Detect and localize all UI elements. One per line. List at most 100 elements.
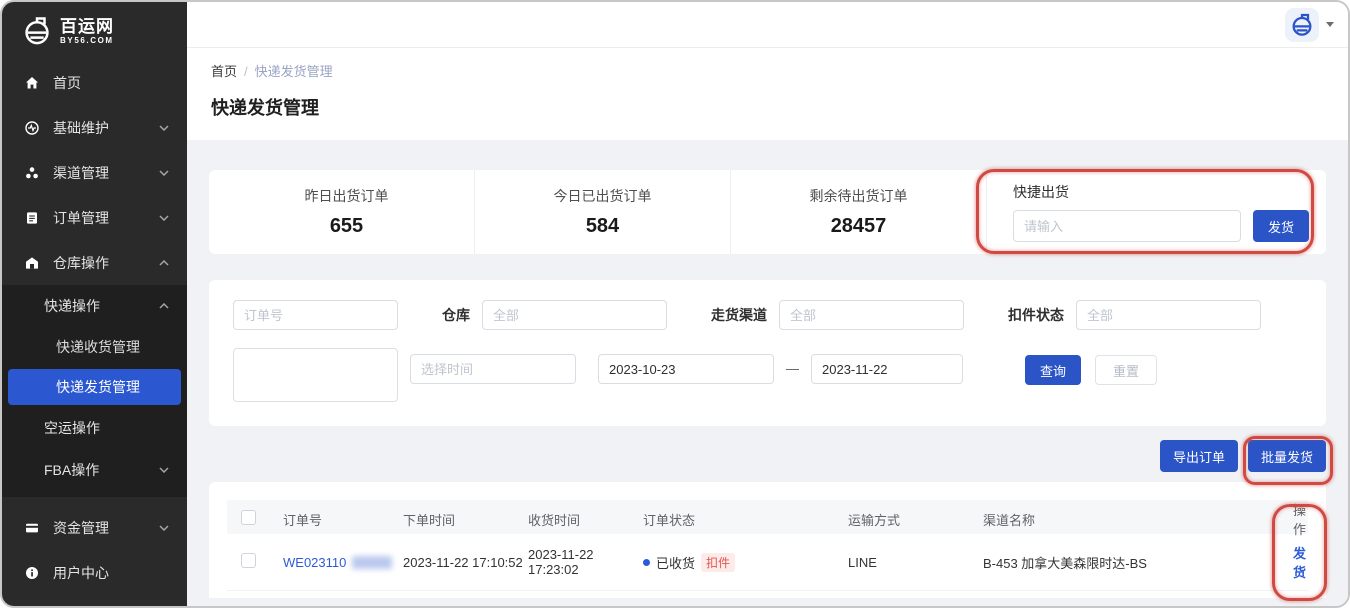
quick-ship-button[interactable]: 发货 <box>1253 210 1309 242</box>
date-range-separator: — <box>786 361 799 376</box>
warehouse-select[interactable] <box>482 300 667 330</box>
chevron-down-icon <box>159 125 169 131</box>
row-checkbox[interactable] <box>241 553 256 568</box>
filter-panel: 仓库 走货渠道 扣件状态 — 查询 重置 <box>209 280 1326 426</box>
stat-today-shipped: 今日已出货订单 584 <box>474 170 730 254</box>
breadcrumb-home[interactable]: 首页 <box>211 64 237 79</box>
order-icon <box>24 210 40 226</box>
intercept-status-select[interactable] <box>1076 300 1261 330</box>
sidebar-item-label: 快递操作 <box>44 296 100 316</box>
status-dot-icon <box>643 559 650 566</box>
info-icon <box>24 565 40 581</box>
table-toolbar: 导出订单 批量发货 <box>209 440 1326 472</box>
brand-logo: 百运网 BY56.COM <box>2 2 187 60</box>
page-title: 快递发货管理 <box>211 94 1324 120</box>
maintenance-icon <box>24 120 40 136</box>
filter-row-2: — 查询 重置 <box>233 348 1302 402</box>
sidebar-item-label: 用户中心 <box>53 563 109 583</box>
order-no-link[interactable]: WE023110 <box>283 555 403 570</box>
brand-logo-icon <box>22 16 52 46</box>
sidebar-item-home[interactable]: 首页 <box>2 60 187 105</box>
status-cell: 已收货 扣件 <box>643 553 848 572</box>
chevron-down-icon <box>159 170 169 176</box>
brand-domain: BY56.COM <box>60 36 114 45</box>
sidebar-item-express-ops[interactable]: 快递操作 <box>2 285 187 327</box>
app-window: 百运网 BY56.COM 首页 基础维护 <box>0 0 1350 608</box>
stat-label: 剩余待出货订单 <box>810 186 908 206</box>
chevron-down-icon <box>159 215 169 221</box>
stat-label: 昨日出货订单 <box>305 186 389 206</box>
reset-button[interactable]: 重置 <box>1095 355 1157 385</box>
chevron-down-icon <box>159 467 169 473</box>
topbar <box>187 2 1348 48</box>
sidebar-item-channel[interactable]: 渠道管理 <box>2 150 187 195</box>
sidebar-item-express-ship-active[interactable]: 快递发货管理 <box>8 369 181 405</box>
chevron-up-icon <box>159 260 169 266</box>
time-type-select[interactable] <box>410 354 576 384</box>
search-button[interactable]: 查询 <box>1025 355 1081 385</box>
sidebar-item-label: 首页 <box>53 73 81 93</box>
date-to-input[interactable] <box>811 354 963 384</box>
breadcrumb-current: 快递发货管理 <box>255 64 333 79</box>
sidebar-item-maintenance[interactable]: 基础维护 <box>2 105 187 150</box>
channel-select[interactable] <box>779 300 964 330</box>
quick-ship-panel: 快捷出货 发货 <box>986 170 1316 254</box>
stats-card: 昨日出货订单 655 今日已出货订单 584 剩余待出货订单 28457 快捷出… <box>209 170 1326 254</box>
col-order-status: 订单状态 <box>643 510 848 529</box>
sidebar-item-label: 渠道管理 <box>53 163 109 183</box>
stat-value: 584 <box>586 215 619 238</box>
sidebar-item-warehouse[interactable]: 仓库操作 <box>2 240 187 285</box>
transport-cell: LINE <box>848 555 983 570</box>
avatar-logo-icon <box>1290 13 1314 37</box>
quick-ship-label: 快捷出货 <box>1013 182 1316 202</box>
user-avatar[interactable] <box>1285 8 1319 42</box>
warehouse-label: 仓库 <box>442 305 470 325</box>
page-header: 首页 / 快递发货管理 快递发货管理 <box>187 48 1348 140</box>
sidebar-item-label: 资金管理 <box>53 518 109 538</box>
channel-cell: B-453 加拿大美森限时达-BS <box>983 553 1293 572</box>
order-no-input[interactable] <box>233 300 398 330</box>
stat-label: 今日已出货订单 <box>554 186 652 206</box>
batch-ship-button[interactable]: 批量发货 <box>1248 440 1326 472</box>
channel-label: 走货渠道 <box>711 305 767 325</box>
ship-action-link[interactable]: 发货 <box>1293 543 1308 581</box>
main-area: 首页 / 快递发货管理 快递发货管理 昨日出货订单 655 今日已出货订单 584 … <box>187 2 1348 606</box>
brand-name: 百运网 <box>60 18 114 36</box>
sidebar-item-label: 基础维护 <box>53 118 109 138</box>
table-header-row: 订单号 下单时间 收货时间 订单状态 运输方式 渠道名称 操作 <box>227 500 1308 534</box>
order-no-redacted <box>352 556 392 569</box>
stat-value: 655 <box>330 215 363 238</box>
money-card-icon <box>24 520 40 536</box>
breadcrumb: 首页 / 快递发货管理 <box>211 61 1324 80</box>
breadcrumb-separator: / <box>244 64 248 79</box>
stat-yesterday-shipped: 昨日出货订单 655 <box>219 170 474 254</box>
sidebar-item-orders[interactable]: 订单管理 <box>2 195 187 240</box>
date-from-input[interactable] <box>598 354 774 384</box>
col-transport: 运输方式 <box>848 510 983 529</box>
sidebar: 百运网 BY56.COM 首页 基础维护 <box>2 2 187 606</box>
sidebar-item-fba[interactable]: FBA操作 <box>2 449 187 491</box>
home-icon <box>24 75 40 91</box>
multi-order-textarea[interactable] <box>233 348 398 402</box>
warehouse-submenu: 快递操作 快递收货管理 快递发货管理 空运操作 FBA操作 <box>2 285 187 497</box>
sidebar-item-usercenter[interactable]: 用户中心 <box>2 550 187 595</box>
user-menu-caret-icon[interactable] <box>1326 22 1334 31</box>
sidebar-item-label: 快递发货管理 <box>56 377 140 397</box>
col-order-no: 订单号 <box>283 510 403 529</box>
col-action: 操作 <box>1293 500 1308 538</box>
stat-pending-shipped: 剩余待出货订单 28457 <box>730 170 986 254</box>
intercept-badge: 扣件 <box>701 553 735 572</box>
sidebar-item-airfreight[interactable]: 空运操作 <box>2 407 187 449</box>
table-row: WE023110 2023-11-22 17:10:52 2023-11-22 … <box>227 534 1308 591</box>
sidebar-item-label: 仓库操作 <box>53 253 109 273</box>
status-text: 已收货 <box>656 553 695 572</box>
warehouse-icon <box>24 255 40 271</box>
quick-ship-input[interactable] <box>1013 210 1241 242</box>
sidebar-item-express-receive[interactable]: 快递收货管理 <box>2 327 187 367</box>
orders-table: 订单号 下单时间 收货时间 订单状态 运输方式 渠道名称 操作 WE023110… <box>209 482 1326 598</box>
sidebar-item-funds[interactable]: 资金管理 <box>2 505 187 550</box>
select-all-checkbox[interactable] <box>241 510 256 525</box>
export-orders-button[interactable]: 导出订单 <box>1160 440 1238 472</box>
col-order-time: 下单时间 <box>403 510 528 529</box>
sidebar-item-label: 快递收货管理 <box>56 337 140 357</box>
